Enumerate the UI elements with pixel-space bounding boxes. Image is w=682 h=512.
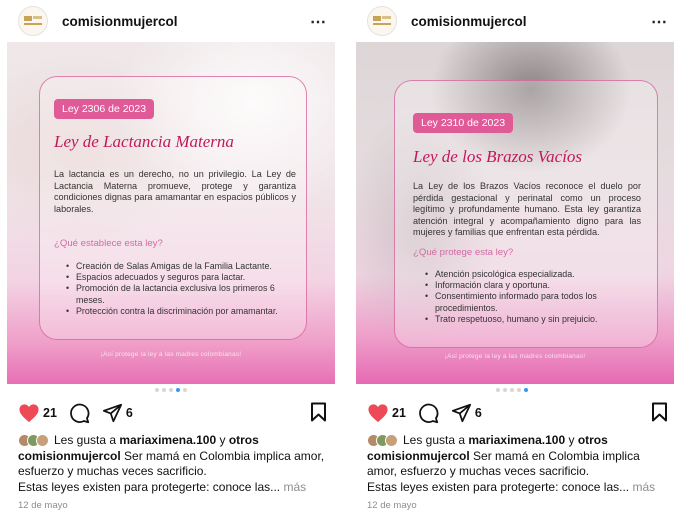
- post-image[interactable]: Ley 2310 de 2023 Ley de los Brazos Vacío…: [356, 42, 674, 384]
- caption-text-line2: Estas leyes existen para protegerte: con…: [18, 479, 281, 494]
- bookmark-icon[interactable]: [310, 402, 327, 422]
- more-link[interactable]: más: [284, 480, 307, 494]
- more-link[interactable]: más: [633, 480, 656, 494]
- carousel-dot: [516, 388, 521, 392]
- avatar-logo-icon: [24, 15, 42, 27]
- carousel-dot: [161, 388, 166, 392]
- heart-icon: [19, 404, 39, 423]
- liked-by-line: Les gusta a mariaximena.100 y otros: [18, 433, 331, 447]
- comment-icon: [419, 403, 439, 423]
- caption-username[interactable]: comisionmujercol: [367, 449, 470, 463]
- profile-avatar[interactable]: [367, 6, 397, 36]
- law-points-list: Creación de Salas Amigas de la Familia L…: [66, 261, 300, 317]
- post-caption: comisionmujercol Ser mamá en Colombia im…: [18, 449, 331, 495]
- caption-username[interactable]: comisionmujercol: [18, 449, 121, 463]
- list-item: Trato respetuoso, humano y sin prejuicio…: [425, 314, 645, 325]
- list-item: Información clara y oportuna.: [425, 280, 645, 291]
- liked-by-user[interactable]: mariaximena.100: [119, 433, 216, 447]
- list-item: Atención psicológica especializada.: [425, 269, 645, 280]
- law-title: Ley de los Brazos Vacíos: [413, 147, 583, 166]
- post-caption: comisionmujercol Ser mamá en Colombia im…: [367, 449, 672, 495]
- like-button[interactable]: 21: [18, 403, 57, 423]
- list-item: Protección contra la discriminación por …: [66, 306, 300, 317]
- liked-by-prefix: Les gusta a: [54, 433, 117, 447]
- profile-avatar[interactable]: [18, 6, 48, 36]
- carousel-dots: [0, 388, 341, 392]
- liked-by-others[interactable]: otros: [229, 433, 259, 447]
- post-date: 12 de mayo: [18, 500, 68, 511]
- avatar: [385, 433, 398, 447]
- law-description: La Ley de los Brazos Vacíos reconoce el …: [413, 181, 641, 238]
- law-question: ¿Qué establece esta ley?: [54, 238, 163, 249]
- info-card: Ley 2310 de 2023 Ley de los Brazos Vacío…: [394, 80, 658, 348]
- share-button[interactable]: 6: [451, 403, 482, 423]
- liked-by-user[interactable]: mariaximena.100: [468, 433, 565, 447]
- shares-count: 6: [125, 406, 133, 420]
- comment-icon: [70, 403, 90, 423]
- carousel-dots: [341, 388, 682, 392]
- post-header: comisionmujercol ⋯: [0, 0, 341, 42]
- username-link[interactable]: comisionmujercol: [411, 14, 527, 29]
- list-item: Consentimiento informado para todos los …: [425, 291, 645, 313]
- shares-count: 6: [474, 406, 482, 420]
- username-link[interactable]: comisionmujercol: [62, 14, 178, 29]
- law-question: ¿Qué protege esta ley?: [413, 247, 514, 258]
- carousel-dot: [509, 388, 514, 392]
- carousel-dot: [495, 388, 500, 392]
- avatar: [36, 433, 49, 447]
- liked-by-line: Les gusta a mariaximena.100 y otros: [367, 433, 672, 447]
- image-footer-text: ¡Así protege la ley a las madres colombi…: [444, 353, 586, 360]
- carousel-dot: [154, 388, 159, 392]
- carousel-dot: [502, 388, 507, 392]
- post-right: comisionmujercol ⋯ Ley 2310 de 2023 Ley …: [341, 0, 682, 512]
- carousel-dot: [168, 388, 173, 392]
- liked-by-others[interactable]: otros: [578, 433, 608, 447]
- carousel-dot-active: [175, 388, 180, 392]
- liked-by-avatars: [367, 433, 398, 447]
- action-bar: 21 6: [18, 400, 327, 426]
- likes-count: 21: [392, 406, 406, 420]
- law-number-badge: Ley 2306 de 2023: [54, 99, 155, 119]
- image-footer-text: ¡Así protege la ley a las madres colombi…: [100, 351, 242, 358]
- liked-by-and: y: [568, 433, 575, 447]
- list-item: Espacios adecuados y seguros para lactar…: [66, 272, 300, 283]
- law-description: La lactancia es un derecho, no un privil…: [54, 169, 296, 214]
- like-button[interactable]: 21: [367, 403, 406, 423]
- carousel-dot: [182, 388, 187, 392]
- post-date: 12 de mayo: [367, 500, 417, 511]
- carousel-dot-active: [523, 388, 528, 392]
- law-points-list: Atención psicológica especializada. Info…: [425, 269, 645, 325]
- likes-count: 21: [43, 406, 57, 420]
- bookmark-icon[interactable]: [651, 402, 668, 422]
- list-item: Creación de Salas Amigas de la Familia L…: [66, 261, 300, 272]
- caption-text-line2: Estas leyes existen para protegerte: con…: [367, 479, 630, 494]
- law-number-badge: Ley 2310 de 2023: [413, 113, 514, 133]
- comment-button[interactable]: [69, 403, 90, 424]
- info-card: Ley 2306 de 2023 Ley de Lactancia Matern…: [39, 76, 307, 340]
- liked-by-prefix: Les gusta a: [403, 433, 466, 447]
- more-options-icon[interactable]: ⋯: [651, 12, 668, 32]
- action-bar: 21 6: [367, 400, 668, 426]
- post-left: comisionmujercol ⋯ Ley 2306 de 2023 Ley …: [0, 0, 341, 512]
- law-title: Ley de Lactancia Materna: [54, 132, 234, 151]
- share-icon: [102, 403, 122, 423]
- liked-by-and: y: [219, 433, 226, 447]
- heart-icon: [368, 404, 388, 423]
- post-image[interactable]: Ley 2306 de 2023 Ley de Lactancia Matern…: [7, 42, 335, 384]
- share-button[interactable]: 6: [102, 403, 133, 423]
- share-icon: [451, 403, 471, 423]
- avatar-logo-icon: [373, 15, 391, 27]
- list-item: Promoción de la lactancia exclusiva los …: [66, 283, 300, 305]
- liked-by-avatars: [18, 433, 49, 447]
- more-options-icon[interactable]: ⋯: [310, 12, 327, 32]
- comment-button[interactable]: [418, 403, 439, 424]
- post-header: comisionmujercol ⋯: [341, 0, 682, 42]
